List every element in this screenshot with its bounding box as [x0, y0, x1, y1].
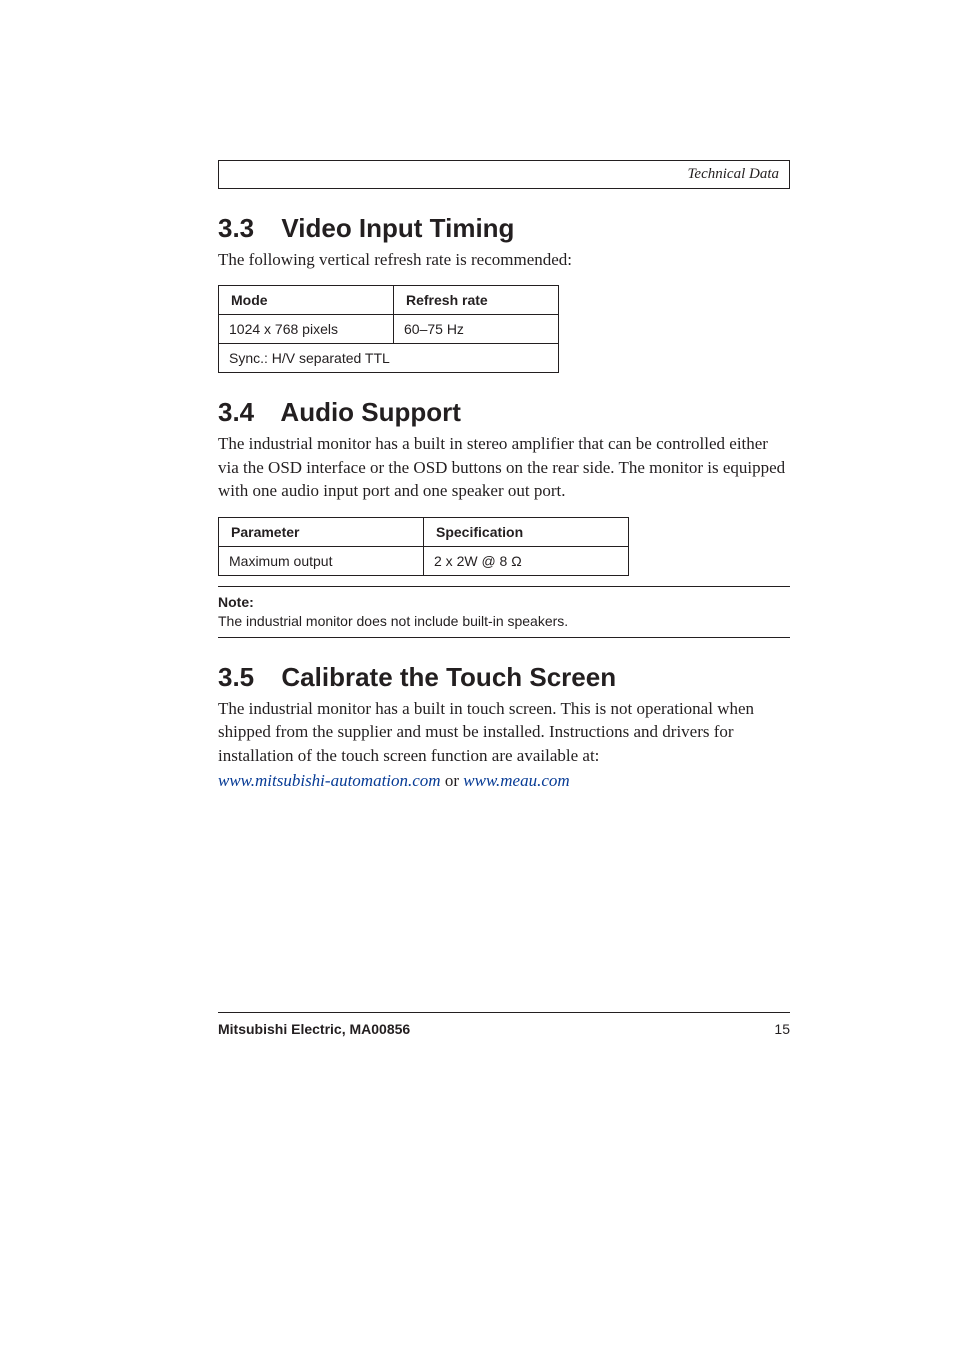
- note-block: Note: The industrial monitor does not in…: [218, 587, 790, 637]
- para-3-3: The following vertical refresh rate is r…: [218, 248, 790, 271]
- link-mitsubishi-automation[interactable]: www.mitsubishi-automation.com: [218, 771, 441, 790]
- table-row: 1024 x 768 pixels 60–75 Hz: [219, 315, 559, 344]
- para-3-5: The industrial monitor has a built in to…: [218, 697, 790, 767]
- heading-3-4: 3.4 Audio Support: [218, 397, 790, 428]
- th-param: Parameter: [219, 517, 424, 546]
- td-refresh: 60–75 Hz: [394, 315, 559, 344]
- running-head: Technical Data: [218, 160, 790, 189]
- td-spec: 2 x 2W @ 8 Ω: [424, 546, 629, 575]
- sec-num-3-5: 3.5: [218, 662, 274, 692]
- table-row: Sync.: H/V separated TTL: [219, 344, 559, 373]
- table-row: Parameter Specification: [219, 517, 629, 546]
- note-text: The industrial monitor does not include …: [218, 613, 568, 629]
- page-number: 15: [774, 1021, 790, 1037]
- running-head-text: Technical Data: [687, 166, 779, 182]
- footer: Mitsubishi Electric, MA00856 15: [218, 1012, 790, 1037]
- note-rule-bot: [218, 637, 790, 638]
- table-row: Maximum output 2 x 2W @ 8 Ω: [219, 546, 629, 575]
- connector: or: [441, 771, 464, 790]
- td-mode: 1024 x 768 pixels: [219, 315, 394, 344]
- sec-num-3-3: 3.3: [218, 213, 274, 243]
- th-spec: Specification: [424, 517, 629, 546]
- heading-3-3: 3.3 Video Input Timing: [218, 213, 790, 244]
- note-label: Note:: [218, 593, 790, 612]
- th-mode: Mode: [219, 286, 394, 315]
- sec-title-3-3: Video Input Timing: [281, 213, 514, 243]
- sec-num-3-4: 3.4: [218, 397, 274, 427]
- th-refresh: Refresh rate: [394, 286, 559, 315]
- td-param: Maximum output: [219, 546, 424, 575]
- table-audio: Parameter Specification Maximum output 2…: [218, 517, 629, 576]
- links-line: www.mitsubishi-automation.com or www.mea…: [218, 769, 790, 792]
- sec-title-3-5: Calibrate the Touch Screen: [281, 662, 616, 692]
- table-row: Mode Refresh rate: [219, 286, 559, 315]
- para-3-4: The industrial monitor has a built in st…: [218, 432, 790, 502]
- table-video-timing: Mode Refresh rate 1024 x 768 pixels 60–7…: [218, 285, 559, 373]
- td-sync: Sync.: H/V separated TTL: [219, 344, 559, 373]
- heading-3-5: 3.5 Calibrate the Touch Screen: [218, 662, 790, 693]
- sec-title-3-4: Audio Support: [280, 397, 461, 427]
- link-meau[interactable]: www.meau.com: [463, 771, 569, 790]
- footer-doc-id: Mitsubishi Electric, MA00856: [218, 1021, 410, 1037]
